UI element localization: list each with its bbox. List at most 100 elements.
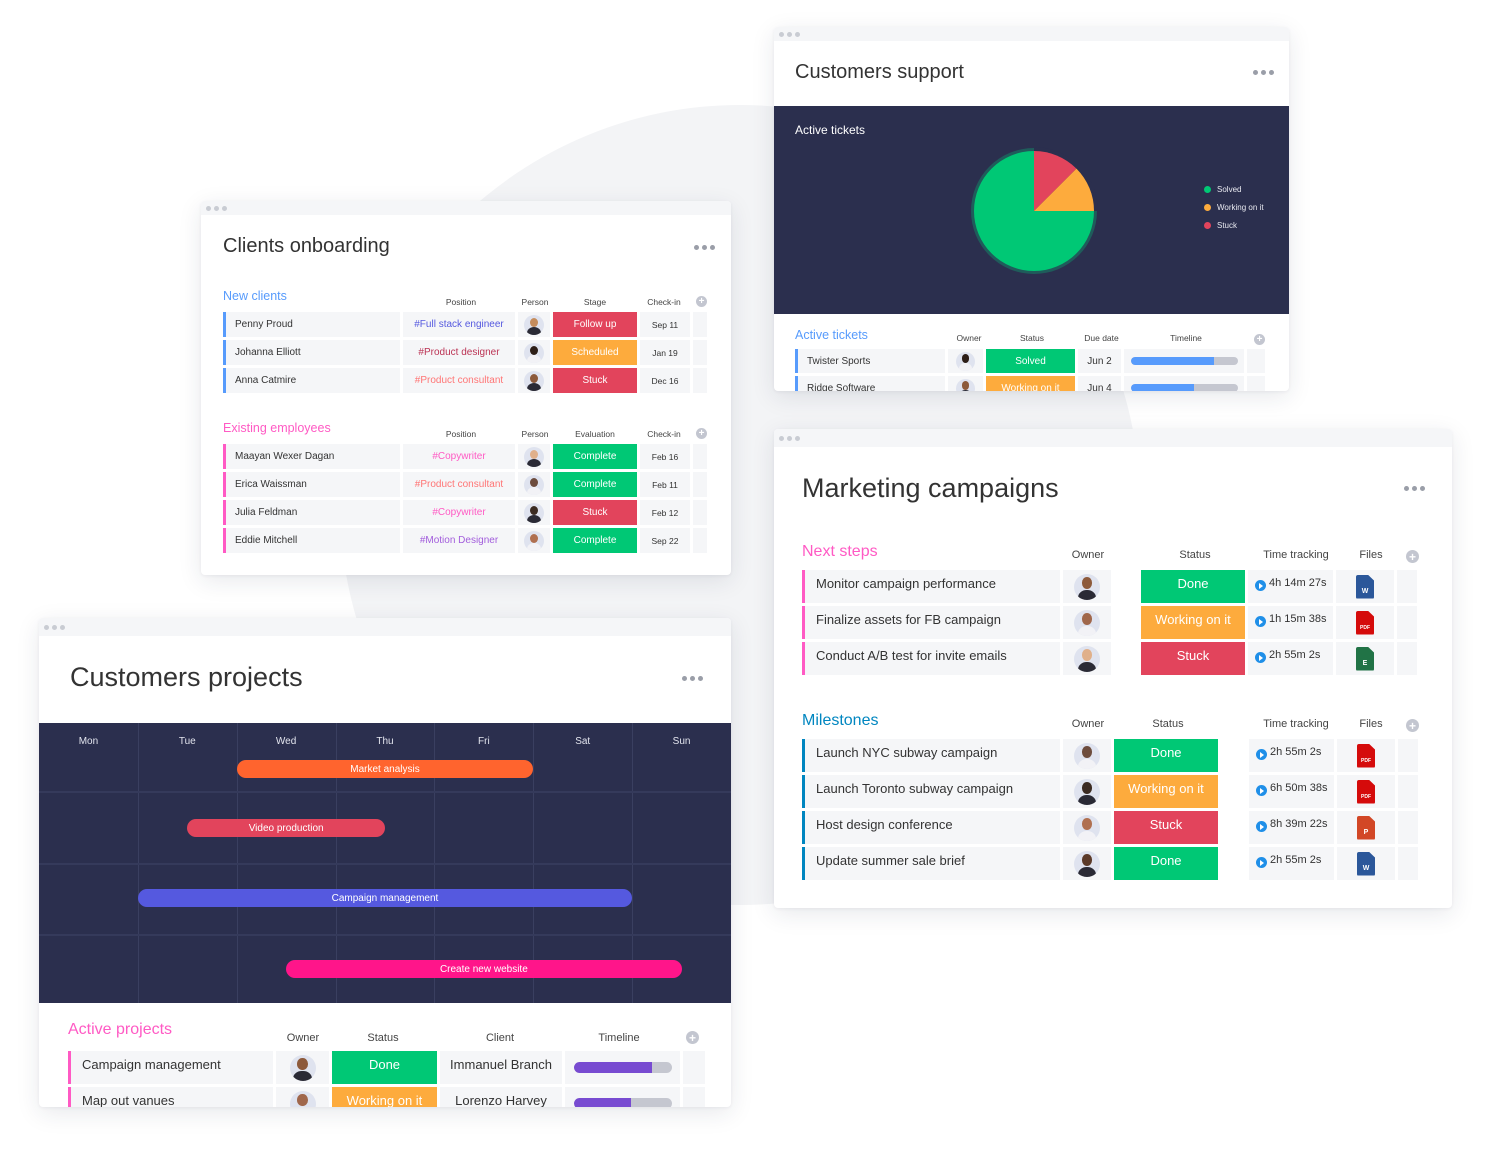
more-options-icon[interactable] bbox=[694, 245, 715, 250]
item-name[interactable]: Finalize assets for FB campaign bbox=[802, 606, 1060, 639]
checkin-date[interactable]: Sep 22 bbox=[640, 528, 690, 553]
table-row[interactable]: Campaign management Done Immanuel Branch bbox=[68, 1051, 705, 1084]
table-row[interactable]: Penny Proud #Full stack engineer Follow up… bbox=[223, 312, 707, 337]
avatar[interactable] bbox=[524, 530, 544, 551]
owner-cell[interactable] bbox=[1063, 811, 1111, 844]
avatar[interactable] bbox=[1074, 609, 1100, 636]
column-header[interactable]: Person bbox=[519, 429, 551, 439]
play-icon[interactable] bbox=[1255, 652, 1266, 663]
column-header[interactable]: Check-in bbox=[639, 429, 689, 439]
item-name[interactable]: Launch Toronto subway campaign bbox=[802, 775, 1060, 808]
avatar[interactable] bbox=[524, 502, 544, 523]
calendar-event[interactable]: Video production bbox=[187, 819, 385, 837]
files-cell[interactable]: PDF bbox=[1337, 739, 1395, 772]
checkin-date[interactable]: Jan 19 bbox=[640, 340, 690, 365]
table-row[interactable]: Maayan Wexer Dagan #Copywriter Complete Feb… bbox=[223, 444, 707, 469]
person-cell[interactable] bbox=[518, 444, 550, 469]
column-header[interactable]: Status bbox=[1143, 549, 1247, 561]
status-label[interactable]: Stuck bbox=[553, 368, 637, 393]
timeline-cell[interactable] bbox=[565, 1087, 680, 1107]
avatar[interactable] bbox=[524, 342, 544, 363]
status-label[interactable]: Working on it bbox=[1141, 606, 1245, 639]
column-header[interactable]: Owner bbox=[949, 333, 989, 343]
group-title[interactable]: New clients bbox=[223, 289, 287, 303]
table-row[interactable]: Map out vanues Working on it Lorenzo Harve… bbox=[68, 1087, 705, 1107]
table-row[interactable]: Launch Toronto subway campaign Working on… bbox=[802, 775, 1418, 808]
item-name[interactable]: Johanna Elliott bbox=[223, 340, 400, 365]
item-name[interactable]: Anna Catmire bbox=[223, 368, 400, 393]
group-title[interactable]: Active projects bbox=[68, 1021, 172, 1039]
column-header[interactable]: Due date bbox=[1079, 333, 1124, 343]
avatar[interactable] bbox=[524, 446, 544, 467]
avatar[interactable] bbox=[956, 351, 975, 371]
position-tag[interactable]: #Copywriter bbox=[403, 444, 515, 469]
person-cell[interactable] bbox=[518, 312, 550, 337]
column-header[interactable]: Status bbox=[330, 1032, 436, 1044]
avatar[interactable] bbox=[1074, 573, 1100, 600]
person-cell[interactable] bbox=[518, 500, 550, 525]
checkin-date[interactable]: Feb 12 bbox=[640, 500, 690, 525]
add-column-icon[interactable]: + bbox=[1406, 550, 1419, 563]
checkin-date[interactable]: Dec 16 bbox=[640, 368, 690, 393]
owner-cell[interactable] bbox=[1063, 847, 1111, 880]
column-header[interactable]: Check-in bbox=[639, 297, 689, 307]
files-cell[interactable]: P bbox=[1337, 811, 1395, 844]
status-label[interactable]: Solved bbox=[986, 349, 1075, 373]
column-header[interactable]: Files bbox=[1346, 718, 1396, 730]
more-options-icon[interactable] bbox=[1253, 70, 1274, 75]
timeline-bar[interactable] bbox=[573, 1098, 672, 1107]
item-name[interactable]: Campaign management bbox=[68, 1051, 273, 1084]
time-tracking-cell[interactable]: 2h 55m 2s bbox=[1249, 847, 1334, 880]
column-header[interactable]: Status bbox=[987, 333, 1077, 343]
position-tag[interactable]: #Product designer bbox=[403, 340, 515, 365]
client-name[interactable]: Immanuel Branch bbox=[440, 1051, 562, 1084]
file-icon[interactable]: PDF bbox=[1357, 743, 1375, 768]
owner-cell[interactable] bbox=[948, 349, 983, 373]
calendar-event[interactable]: Campaign management bbox=[137, 889, 633, 907]
position-tag[interactable]: #Product consultant bbox=[403, 368, 515, 393]
file-icon[interactable]: E bbox=[1356, 646, 1374, 671]
avatar[interactable] bbox=[1074, 645, 1100, 672]
time-tracking-cell[interactable]: 2h 55m 2s bbox=[1248, 642, 1333, 675]
avatar[interactable] bbox=[1074, 850, 1100, 877]
item-name[interactable]: Maayan Wexer Dagan bbox=[223, 444, 400, 469]
status-label[interactable]: Done bbox=[1114, 739, 1218, 772]
time-tracking-cell[interactable]: 8h 39m 22s bbox=[1249, 811, 1334, 844]
status-label[interactable]: Scheduled bbox=[553, 340, 637, 365]
avatar[interactable] bbox=[956, 378, 975, 391]
play-icon[interactable] bbox=[1256, 821, 1267, 832]
timeline-bar[interactable] bbox=[573, 1062, 672, 1073]
group-title[interactable]: Next steps bbox=[802, 543, 878, 561]
checkin-date[interactable]: Sep 11 bbox=[640, 312, 690, 337]
table-row[interactable]: Monitor campaign performance Done 4h 14m 2… bbox=[802, 570, 1417, 603]
column-header[interactable]: Client bbox=[439, 1032, 561, 1044]
timeline-bar[interactable] bbox=[1130, 357, 1238, 365]
play-icon[interactable] bbox=[1255, 580, 1266, 591]
status-label[interactable]: Complete bbox=[553, 528, 637, 553]
status-label[interactable]: Stuck bbox=[1114, 811, 1218, 844]
position-tag[interactable]: #Full stack engineer bbox=[403, 312, 515, 337]
position-tag[interactable]: #Motion Designer bbox=[403, 528, 515, 553]
time-tracking-cell[interactable]: 6h 50m 38s bbox=[1249, 775, 1334, 808]
files-cell[interactable]: W bbox=[1337, 847, 1395, 880]
calendar-event[interactable]: Market analysis bbox=[236, 760, 534, 778]
avatar[interactable] bbox=[1074, 814, 1100, 841]
play-icon[interactable] bbox=[1256, 857, 1267, 868]
column-header[interactable]: Position bbox=[405, 429, 517, 439]
file-icon[interactable]: W bbox=[1356, 574, 1374, 599]
column-header[interactable]: Owner bbox=[279, 1032, 327, 1044]
column-header[interactable]: Timeline bbox=[1127, 333, 1245, 343]
avatar[interactable] bbox=[524, 370, 544, 391]
play-icon[interactable] bbox=[1255, 616, 1266, 627]
table-row[interactable]: Host design conference Stuck 8h 39m 22s P bbox=[802, 811, 1418, 844]
owner-cell[interactable] bbox=[948, 376, 983, 391]
person-cell[interactable] bbox=[518, 472, 550, 497]
column-header[interactable]: Status bbox=[1116, 718, 1220, 730]
column-header[interactable]: Time tracking bbox=[1252, 718, 1340, 730]
owner-cell[interactable] bbox=[276, 1087, 329, 1107]
client-name[interactable]: Lorenzo Harvey bbox=[440, 1087, 562, 1107]
table-row[interactable]: Erica Waissman #Product consultant Complet… bbox=[223, 472, 707, 497]
timeline-cell[interactable] bbox=[1124, 349, 1244, 373]
files-cell[interactable]: PDF bbox=[1337, 775, 1395, 808]
item-name[interactable]: Erica Waissman bbox=[223, 472, 400, 497]
